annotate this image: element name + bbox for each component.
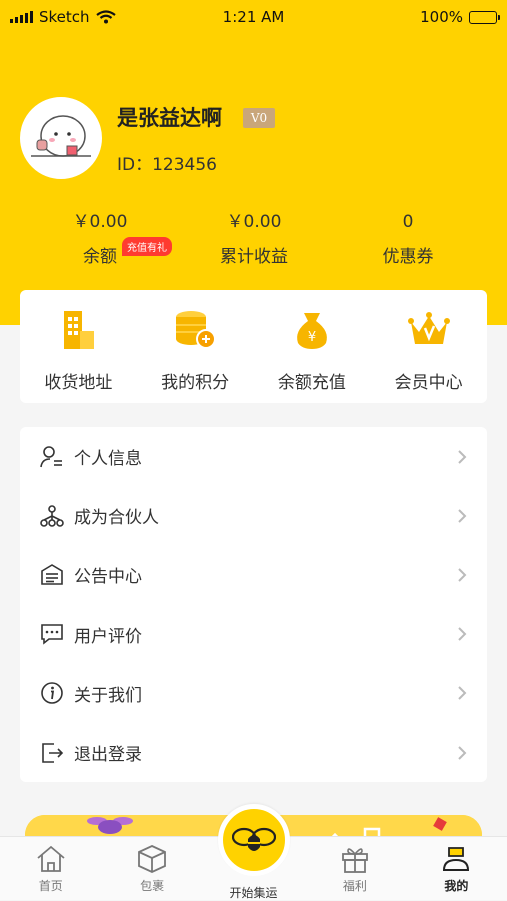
menu-item-about-label: 关于我们 [74,685,142,706]
quick-action-recharge-label: 余额充值 [277,373,346,393]
menu-item-about[interactable]: 关于我们 [20,664,487,723]
coupons-value: 0 [402,212,414,232]
gift-icon [342,848,368,873]
menu-item-logout-label: 退出登录 [74,745,142,766]
tab-mine[interactable]: 我的 [406,837,507,900]
avatar-illustration [23,100,99,176]
tab-packages-label: 包裹 [140,879,165,893]
total-earnings-label: 累计收益 [220,247,288,267]
chevron-right-icon [458,627,467,641]
quick-action-membership[interactable]: 会员中心 [370,290,487,403]
user-id: ID：123456 [117,155,217,175]
stat-total-earnings[interactable]: ￥0.00 累计收益 [169,208,339,267]
coupons-label: 优惠券 [382,247,434,267]
tab-packages[interactable]: 包裹 [101,837,202,900]
menu-item-partner-label: 成为合伙人 [74,508,159,529]
network-icon [40,504,64,527]
menu-item-logout[interactable]: 退出登录 [20,723,487,782]
tab-welfare-label: 福利 [342,879,367,893]
chevron-right-icon [458,686,467,701]
home-icon [37,845,65,872]
info-icon [41,682,63,705]
stats-row: ￥0.00 余额 ￥0.00 累计收益 0 优惠券 [0,208,507,278]
crown-icon [407,312,450,344]
status-bar: Sketch 1:21 AM 100% [0,0,507,34]
building-icon [64,311,95,349]
user-blob-icon [443,847,470,871]
quick-actions-card: 收货地址 我的积分 ¥ 余额充值 会员中心 [20,290,487,403]
menu-item-reviews[interactable]: 用户评价 [20,605,487,664]
total-earnings-value: ￥0.00 [226,212,282,232]
money-bag-icon: ¥ [296,313,327,349]
chevron-right-icon [458,449,467,464]
menu-item-personal-info-label: 个人信息 [74,449,142,470]
level-badge: V0 [243,108,275,128]
menu-item-notices[interactable]: 公告中心 [20,545,487,604]
username: 是张益达啊 [117,106,222,130]
bee-icon [231,827,276,851]
tab-start-shipping[interactable]: 开始集运 [203,804,304,900]
package-icon [138,845,167,873]
comment-icon [41,624,63,645]
person-card-icon [40,445,62,467]
menu-list: 个人信息 成为合伙人 公告中心 用户评价 关于我们 退出登录 [20,427,487,782]
quick-action-membership-label: 会员中心 [394,373,463,393]
tab-home[interactable]: 首页 [0,837,101,900]
quick-action-address-label: 收货地址 [44,373,113,393]
menu-item-personal-info[interactable]: 个人信息 [20,427,487,486]
notice-icon [41,564,63,585]
chevron-right-icon [458,745,467,760]
menu-item-partner[interactable]: 成为合伙人 [20,486,487,545]
promo-tag: 充值有礼 [122,237,172,256]
chevron-right-icon [458,568,467,582]
quick-action-address[interactable]: 收货地址 [20,290,137,403]
quick-action-points[interactable]: 我的积分 [137,290,254,403]
chevron-right-icon [458,509,467,523]
bottom-tab-bar: 首页 包裹 开始集运 福利 我的 [0,804,507,900]
tab-home-label: 首页 [38,879,63,893]
coins-stack-icon [176,311,217,349]
logout-icon [42,742,64,763]
balance-value: ￥0.00 [72,212,128,232]
svg-text:¥: ¥ [308,330,316,345]
stat-coupons[interactable]: 0 优惠券 [323,208,493,267]
battery-percent: 100% [420,8,463,26]
tab-mine-label: 我的 [444,879,469,893]
battery-icon [469,10,500,24]
tab-welfare[interactable]: 福利 [304,837,405,900]
menu-item-reviews-label: 用户评价 [74,626,142,647]
quick-action-recharge[interactable]: ¥ 余额充值 [254,290,371,403]
quick-action-points-label: 我的积分 [161,373,230,393]
start-shipping-button[interactable] [217,804,290,876]
avatar[interactable] [20,97,102,179]
tab-start-shipping-label: 开始集运 [229,886,278,900]
menu-item-notices-label: 公告中心 [74,567,142,588]
